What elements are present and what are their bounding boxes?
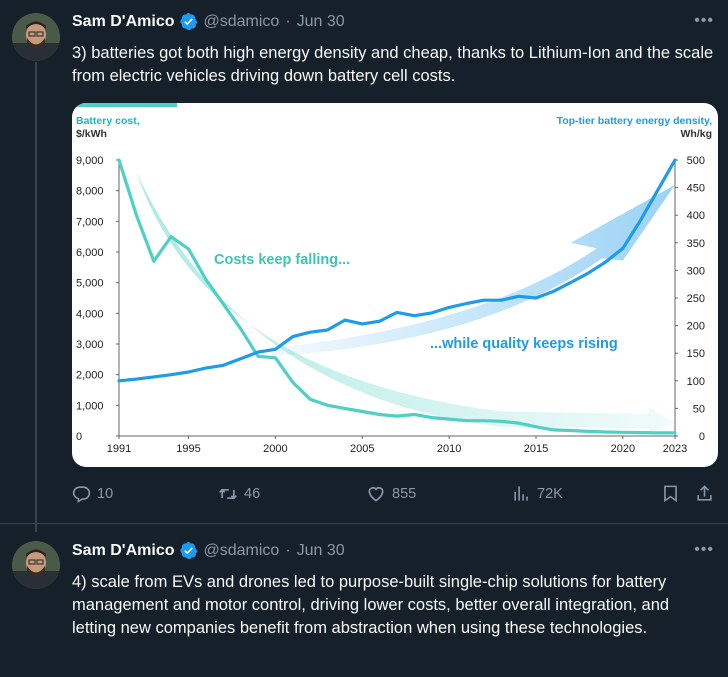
reply-icon (72, 486, 91, 503)
x-tick-label: 1995 (176, 443, 200, 455)
reply-button[interactable]: 10 (72, 484, 113, 503)
left-tick-label: 4,000 (76, 308, 104, 320)
annotation-costs: Costs keep falling... (214, 252, 350, 268)
left-tick-label: 8,000 (76, 186, 104, 198)
like-icon (368, 486, 384, 502)
tweet-divider (0, 523, 728, 524)
tweet-text: 4) scale from EVs and drones led to purp… (72, 573, 670, 637)
x-tick-label: 1991 (107, 443, 131, 455)
annotation-quality: ...while quality keeps rising (430, 336, 618, 352)
share-icon (697, 485, 712, 501)
right-axis-title: Top-tier battery energy density, (557, 115, 712, 127)
author-name[interactable]: Sam D'Amico (72, 542, 175, 560)
tweet-actions: 10 46 855 72K (72, 484, 720, 510)
right-tick-label: 400 (687, 210, 705, 222)
author-handle[interactable]: @sdamico (204, 542, 280, 560)
left-tick-label: 1,000 (76, 400, 104, 412)
left-axis-title: Battery cost, (76, 115, 140, 127)
left-tick-label: 0 (76, 431, 82, 443)
left-tick-label: 5,000 (76, 278, 104, 290)
thread-connector (35, 62, 37, 532)
tweet-date[interactable]: Jun 30 (297, 13, 345, 31)
like-count: 855 (392, 486, 417, 502)
verified-badge-icon (179, 541, 197, 560)
like-button[interactable]: 855 (366, 484, 416, 504)
verified-badge-icon (179, 12, 197, 31)
tweet-header: Sam D'Amico @sdamico · Jun 30 (72, 12, 345, 31)
x-tick-label: 2005 (350, 443, 374, 455)
right-tick-label: 450 (687, 183, 705, 195)
retweet-button[interactable]: 46 (218, 484, 260, 504)
x-tick-label: 2020 (611, 443, 635, 455)
rising-trend-arrow (275, 184, 675, 356)
views-icon (514, 486, 528, 501)
bookmark-button[interactable] (661, 484, 680, 503)
falling-trend-arrow (136, 172, 675, 435)
bookmark-icon (664, 485, 677, 503)
right-tick-label: 300 (687, 265, 705, 277)
tweet-header: Sam D'Amico @sdamico · Jun 30 (72, 541, 345, 560)
left-axis-unit: $/kWh (76, 128, 107, 140)
avatar[interactable] (12, 541, 60, 589)
x-tick-label: 2010 (437, 443, 461, 455)
left-tick-label: 3,000 (76, 339, 104, 351)
separator: · (285, 541, 291, 559)
right-tick-label: 350 (687, 238, 705, 250)
author-handle[interactable]: @sdamico (204, 13, 280, 31)
left-tick-label: 7,000 (76, 216, 104, 228)
tweet-date[interactable]: Jun 30 (297, 542, 345, 560)
x-tick-label: 2000 (263, 443, 287, 455)
chart-image[interactable]: 0 1,000 2,000 3,000 4,000 5,000 6,000 7,000 8,00… (72, 103, 718, 467)
share-button[interactable] (695, 484, 714, 503)
right-tick-label: 200 (687, 321, 705, 333)
x-tick-label: 2023 (663, 443, 687, 455)
more-options-icon[interactable]: ••• (694, 12, 714, 30)
separator: · (285, 12, 291, 30)
right-tick-label: 0 (699, 431, 705, 443)
left-tick-label: 9,000 (76, 155, 104, 167)
retweet-count: 46 (244, 486, 261, 502)
right-axis-unit: Wh/kg (681, 128, 713, 140)
view-count: 72K (537, 485, 563, 502)
left-tick-label: 2,000 (76, 370, 104, 382)
right-tick-label: 250 (687, 293, 705, 305)
avatar[interactable] (12, 13, 60, 61)
right-tick-label: 150 (687, 348, 705, 360)
retweet-icon (219, 488, 237, 500)
views-button[interactable]: 72K (512, 484, 563, 503)
right-tick-label: 100 (687, 376, 705, 388)
chart-accent-bar (72, 103, 177, 107)
x-tick-label: 2015 (524, 443, 548, 455)
tweet-text: 3) batteries got both high energy densit… (72, 44, 714, 85)
battery-chart: 0 1,000 2,000 3,000 4,000 5,000 6,000 7,000 8,00… (72, 103, 713, 455)
right-tick-label: 50 (693, 403, 705, 415)
author-name[interactable]: Sam D'Amico (72, 13, 175, 31)
left-tick-label: 6,000 (76, 247, 104, 259)
more-options-icon[interactable]: ••• (694, 541, 714, 559)
right-tick-label: 500 (687, 155, 705, 167)
reply-count: 10 (97, 485, 114, 502)
